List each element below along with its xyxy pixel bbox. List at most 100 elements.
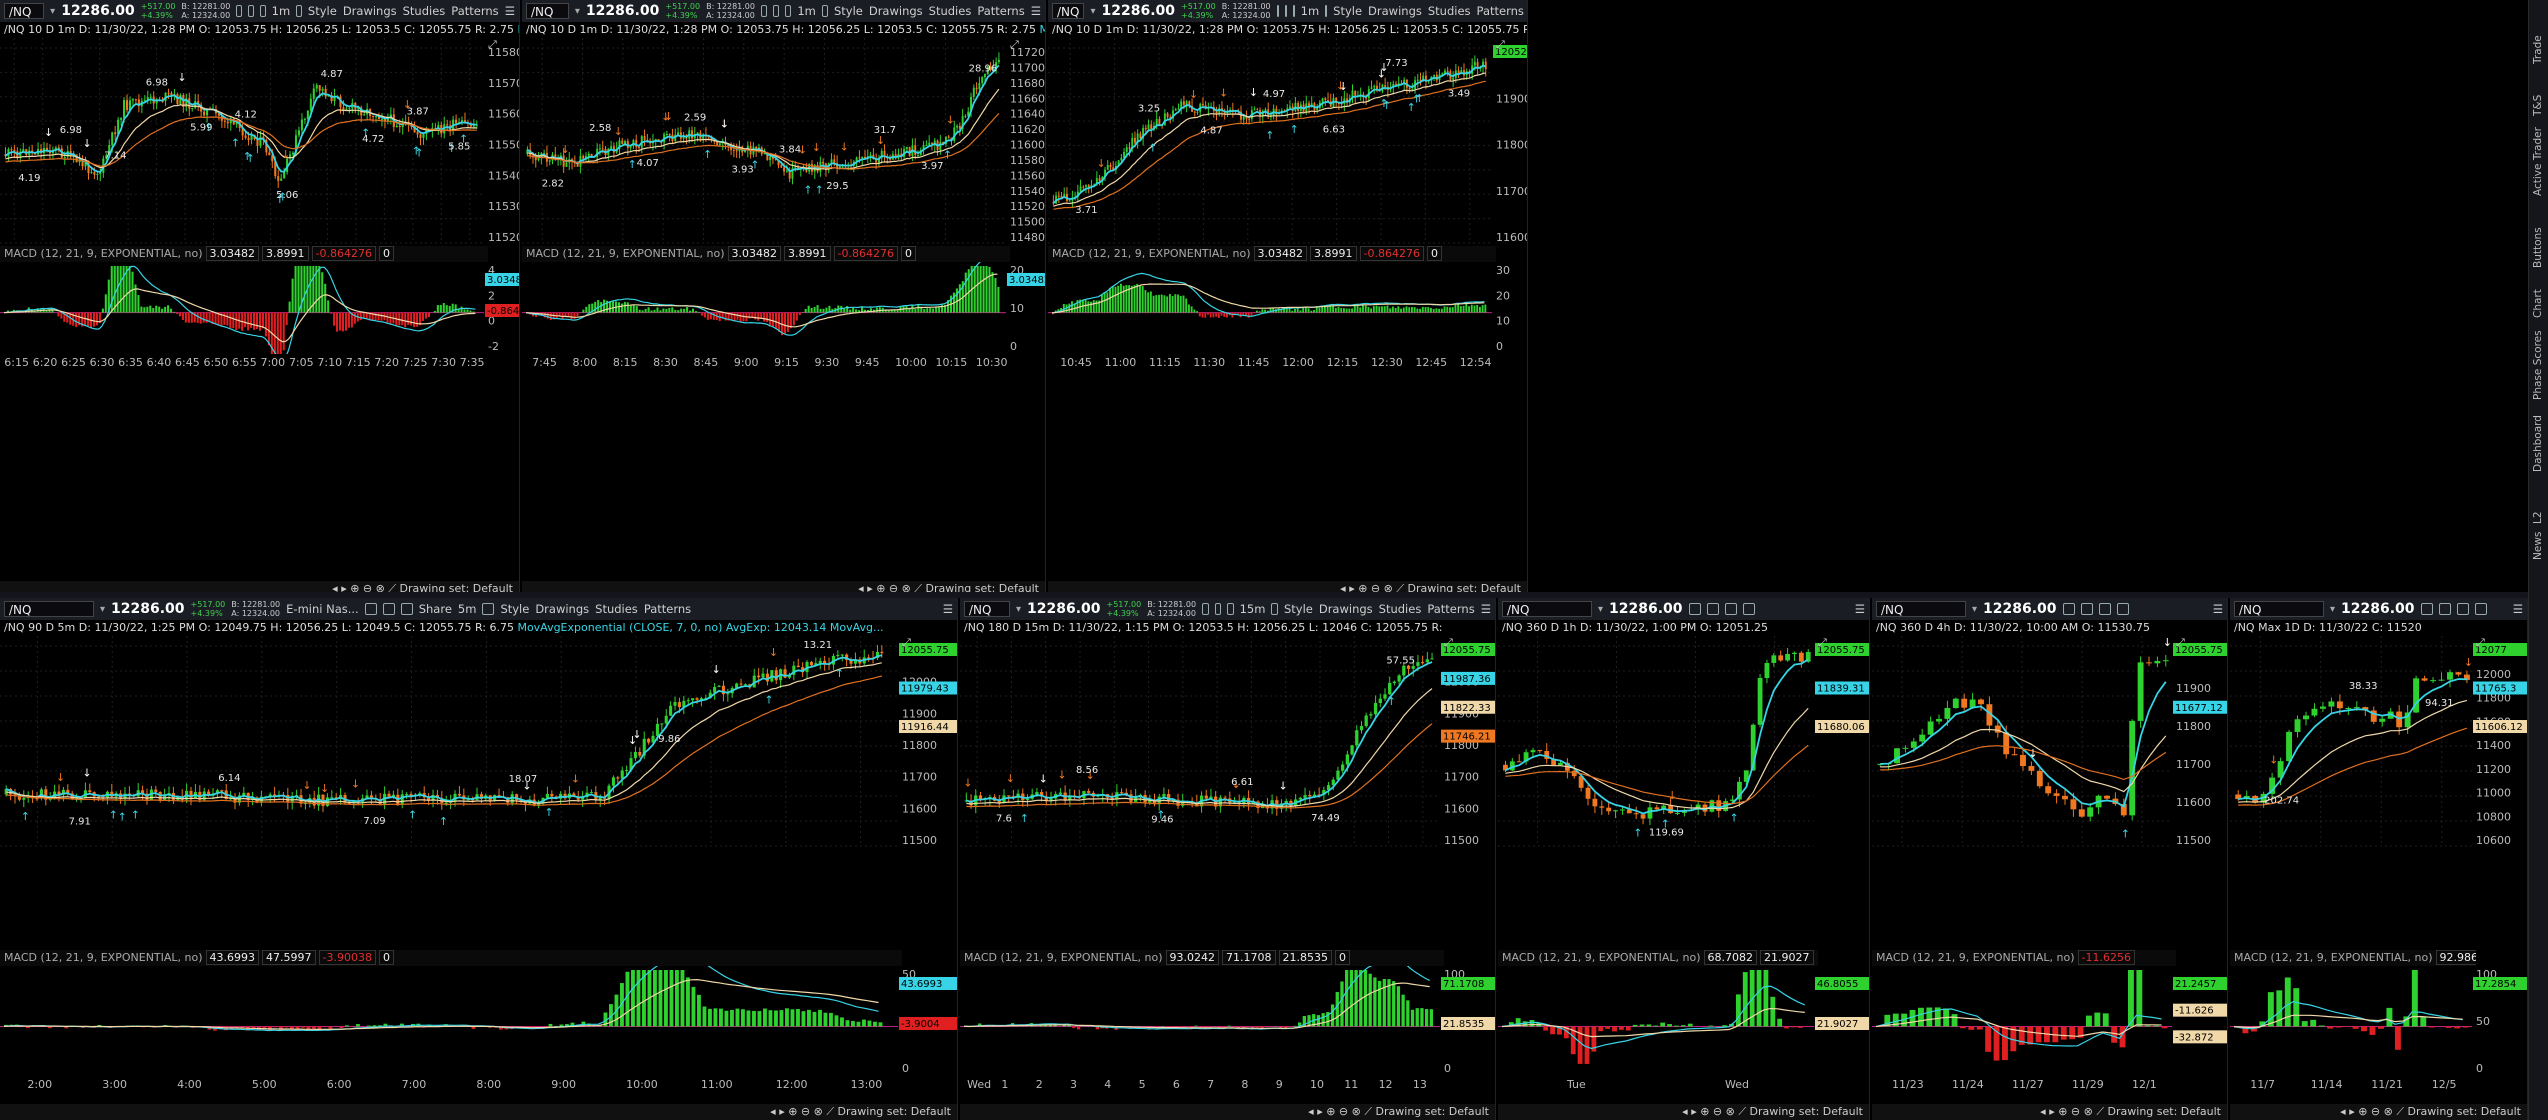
zoom-controls[interactable]: ◂ ▸ ⊕ ⊖ ⊗ ⟋ [1682, 1105, 1749, 1118]
drawing-set-label[interactable]: Drawing set: Default [838, 1105, 951, 1118]
chart-panel-3[interactable]: /NQ ▾ 12286.00 +517.00 +4.39% B: 12281.00 A: 1… [1048, 0, 1528, 597]
price-chart[interactable]: 1200011900118001170011600↑↓↑↓↓↓↓↑↓↓↑↓↑↑↑… [1048, 38, 1528, 253]
symbol-dropdown-icon[interactable]: ▾ [1016, 604, 1021, 615]
flask-icon[interactable] [482, 603, 495, 615]
symbol-dropdown-icon[interactable]: ▾ [2330, 604, 2335, 615]
symbol-dropdown-icon[interactable]: ▾ [1972, 604, 1977, 615]
symbol-dropdown-icon[interactable]: ▾ [100, 604, 105, 615]
chart-panel-2[interactable]: /NQ ▾ 12286.00 +517.00 +4.39% B: 12281.00 A: 1… [522, 0, 1046, 597]
chart-panel-7[interactable]: /NQ ▾ 12286.00 ☰ /NQ 360 D 4h D: 11/30/22, 1… [1872, 598, 2228, 1120]
gear-icon[interactable] [400, 603, 413, 615]
macd-chart[interactable]: 46.8055 21.9027 [1498, 966, 1870, 1076]
gear-icon[interactable] [2456, 603, 2469, 615]
layout-icon[interactable] [2438, 603, 2451, 615]
symbol-dropdown-icon[interactable]: ▾ [1598, 604, 1603, 615]
symbol-dropdown-icon[interactable]: ▾ [575, 6, 580, 17]
panel-menu-icon[interactable]: ☰ [505, 4, 515, 18]
macd-chart[interactable]: 30 20 10 0 [1048, 262, 1528, 354]
aggregation-selector[interactable]: 1m [1301, 4, 1320, 18]
macd-chart[interactable]: 50043.6993-3.9004 [0, 966, 958, 1076]
maximize-icon[interactable]: ⤢ [488, 38, 497, 51]
zoom-controls[interactable]: ◂ ▸ ⊕ ⊖ ⊗ ⟋ [1308, 1105, 1375, 1118]
symbol-input[interactable]: /NQ [1052, 3, 1085, 19]
share-button[interactable]: Share [419, 602, 452, 616]
chart-panel-8[interactable]: /NQ ▾ 12286.00 ☰ /NQ Max 1D D: 11/30/22 C: 1… [2230, 598, 2528, 1120]
share-icon[interactable] [1202, 603, 1209, 615]
side-tab-trade[interactable]: Trade [2532, 35, 2544, 64]
side-tab-t-s[interactable]: T&S [2532, 95, 2544, 116]
symbol-input[interactable]: /NQ [1502, 601, 1592, 617]
side-tab-dashboard[interactable]: Dashboard [2532, 415, 2544, 472]
panel-menu-icon[interactable]: ☰ [1855, 602, 1865, 616]
price-chart[interactable]: 1172011700116801166011640116201160011580… [522, 38, 1046, 253]
studies-menu[interactable]: Studies [1379, 602, 1422, 616]
macd-chart[interactable]: 201003.03482 [522, 262, 1046, 354]
flask-icon[interactable] [2116, 603, 2129, 615]
drawings-menu[interactable]: Drawings [535, 602, 589, 616]
price-chart[interactable]: 120001190011800117001160011500↓↓↑12055.7… [1872, 636, 2228, 856]
share-icon[interactable] [2420, 603, 2433, 615]
zoom-controls[interactable]: ◂ ▸ ⊕ ⊖ ⊗ ⟋ [770, 1105, 837, 1118]
aggregation-selector[interactable]: 1m [272, 4, 291, 18]
zoom-controls[interactable]: ◂ ▸ ⊕ ⊖ ⊗ ⟋ [2040, 1105, 2107, 1118]
flask-icon[interactable] [821, 5, 828, 17]
layout-icon[interactable] [1284, 5, 1287, 17]
price-chart[interactable]: 12100120001190011800117001160011500↓↓↑↑↑… [0, 636, 958, 856]
maximize-icon[interactable]: ⤢ [1496, 38, 1505, 51]
symbol-input[interactable]: /NQ [4, 3, 45, 19]
side-tab-l2[interactable]: L2 [2532, 511, 2544, 524]
aggregation-selector[interactable]: 1m [797, 4, 816, 18]
studies-menu[interactable]: Studies [595, 602, 638, 616]
gear-icon[interactable] [785, 5, 792, 17]
symbol-dropdown-icon[interactable]: ▾ [1090, 6, 1095, 17]
panel-menu-icon[interactable]: ☰ [1481, 602, 1491, 616]
macd-chart[interactable]: 10050071.170821.8535 [960, 966, 1496, 1076]
maximize-icon[interactable]: ⤢ [1010, 38, 1019, 51]
side-tab-phase-scores[interactable]: Phase Scores [2532, 330, 2544, 400]
chart-panel-1[interactable]: /NQ ▾ 12286.00 +517.00 +4.39% B: 12281.00 A: 1… [0, 0, 520, 597]
share-icon[interactable] [1276, 5, 1279, 17]
maximize-icon[interactable]: ⤢ [1818, 636, 1827, 649]
layout-icon[interactable] [382, 603, 395, 615]
flask-icon[interactable] [296, 5, 302, 17]
maximize-icon[interactable]: ⤢ [902, 636, 911, 649]
maximize-icon[interactable]: ⤢ [2176, 636, 2185, 649]
style-menu[interactable]: Style [1333, 4, 1362, 18]
patterns-menu[interactable]: Patterns [1477, 4, 1524, 18]
zoom-controls[interactable]: ◂ ▸ ⊕ ⊖ ⊗ ⟋ [2340, 1105, 2407, 1118]
drawing-set-label[interactable]: Drawing set: Default [2408, 1105, 2521, 1118]
aggregation-selector[interactable]: 5m [458, 602, 477, 616]
chart-panel-6[interactable]: /NQ ▾ 12286.00 ☰ /NQ 360 D 1h D: 11/30/22, 1… [1498, 598, 1870, 1120]
patterns-menu[interactable]: Patterns [1427, 602, 1474, 616]
style-menu[interactable]: Style [1284, 602, 1313, 616]
panel-menu-icon[interactable]: ☰ [943, 602, 953, 616]
layout-icon[interactable] [1214, 603, 1222, 615]
share-icon[interactable] [1688, 603, 1701, 615]
drawings-menu[interactable]: Drawings [869, 4, 923, 18]
chart-panel-4[interactable]: /NQ ▾ 12286.00 +517.00 +4.39% B: 12281.00 A: 1… [0, 598, 958, 1120]
maximize-icon[interactable]: ⤢ [1444, 636, 1453, 649]
flask-icon[interactable] [1325, 5, 1328, 17]
contract-name[interactable]: E-mini Nas... [286, 602, 359, 616]
drawings-menu[interactable]: Drawings [343, 4, 397, 18]
studies-menu[interactable]: Studies [929, 4, 972, 18]
share-icon[interactable] [760, 5, 768, 17]
flask-icon[interactable] [1742, 603, 1755, 615]
side-tab-news[interactable]: News [2532, 532, 2544, 560]
macd-chart[interactable]: 21.2457 -11.626 -32.872 [1872, 966, 2228, 1076]
aggregation-selector[interactable]: 15m [1240, 602, 1266, 616]
style-menu[interactable]: Style [308, 4, 337, 18]
side-tab-active-trader[interactable]: Active Trader [2532, 127, 2544, 196]
gear-icon[interactable] [1227, 603, 1234, 615]
layout-icon[interactable] [773, 5, 780, 17]
price-chart[interactable]: 11580115701156011550115401153011520↑↓↑↓↑… [0, 38, 520, 253]
symbol-input[interactable]: /NQ [2234, 601, 2324, 617]
panel-menu-icon[interactable]: ☰ [2513, 602, 2523, 616]
style-menu[interactable]: Style [834, 4, 863, 18]
share-icon[interactable] [236, 5, 243, 17]
price-chart[interactable]: ↑↑↓↑ 119.6912055.7511839.3111680.06⤢ [1498, 636, 1870, 856]
symbol-dropdown-icon[interactable]: ▾ [50, 6, 55, 17]
layout-icon[interactable] [2080, 603, 2093, 615]
drawing-set-label[interactable]: Drawing set: Default [1376, 1105, 1489, 1118]
maximize-icon[interactable]: ⤢ [2476, 636, 2485, 649]
